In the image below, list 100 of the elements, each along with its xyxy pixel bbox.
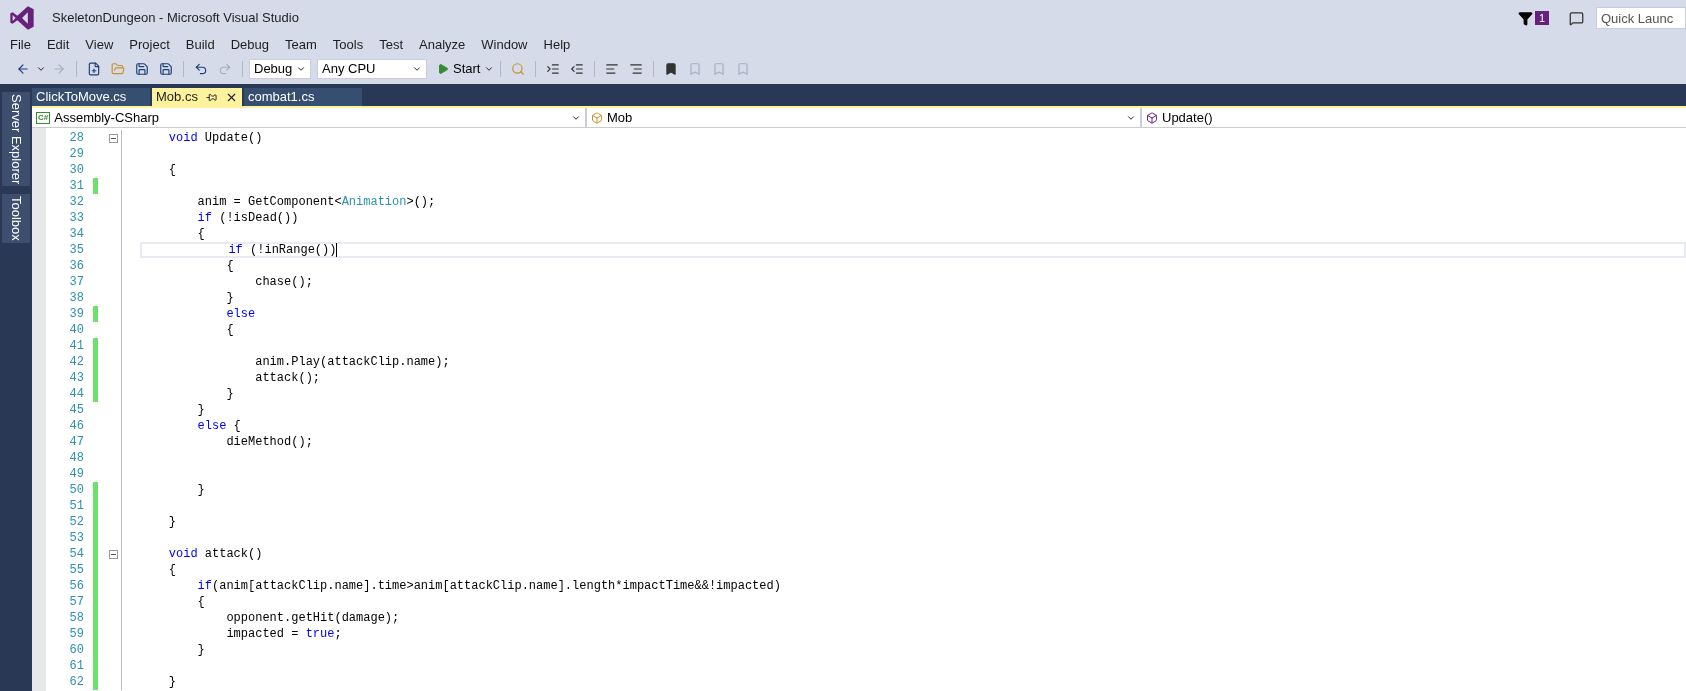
line-number: 43	[68, 370, 84, 387]
code-line: }	[196, 402, 205, 419]
line-number: 29	[68, 146, 84, 163]
text-cursor	[336, 243, 338, 257]
caret-icon[interactable]	[36, 64, 46, 74]
start-button[interactable]: Start	[437, 59, 495, 79]
quick-launch-field[interactable]: Quick Launc	[1596, 7, 1686, 29]
line-number: 57	[68, 594, 84, 611]
window-title: SkeletonDungeon - Microsoft Visual Studio	[52, 9, 299, 28]
line-number: 49	[68, 466, 84, 483]
menu-item[interactable]: Edit	[38, 35, 78, 55]
line-number: 31	[68, 178, 84, 195]
line-number: 62	[68, 674, 84, 691]
code-line: {	[196, 226, 205, 243]
feedback-icon[interactable]	[1569, 10, 1584, 26]
app-logo-icon	[8, 4, 36, 32]
line-number: 38	[68, 290, 84, 307]
menu-item[interactable]: Debug	[222, 35, 277, 55]
code-line: anim.Play(attackClip.name);	[254, 354, 450, 371]
line-number: 55	[68, 562, 84, 579]
line-number: 50	[68, 482, 84, 499]
code-line: }	[225, 290, 234, 307]
pin-icon[interactable]	[205, 91, 217, 103]
document-tab[interactable]: ClickToMove.cs	[32, 88, 150, 106]
line-number: 56	[68, 578, 84, 595]
caret-icon	[296, 64, 306, 74]
menu-item[interactable]: Build	[177, 35, 223, 55]
code-line: {	[196, 594, 205, 611]
code-line: {	[167, 162, 176, 179]
platform-dropdown[interactable]: Any CPU	[317, 59, 427, 79]
line-number: 41	[68, 338, 84, 355]
line-number: 47	[68, 434, 84, 451]
notification-badge: 1	[1534, 11, 1549, 25]
code-line: if (!inRange())	[227, 242, 337, 259]
language-badge: C#	[36, 111, 51, 124]
menu-item[interactable]: Analyze	[411, 35, 474, 55]
menu-item[interactable]: Tools	[324, 35, 372, 55]
line-number: 40	[68, 322, 84, 339]
code-line: void attack()	[167, 546, 263, 563]
line-number: 39	[68, 306, 84, 323]
member-dropdown[interactable]: Update()	[1142, 108, 1686, 127]
code-line: impacted = true;	[225, 626, 342, 643]
code-line: if (!isDead())	[196, 210, 299, 227]
code-line: if(anim[attackClip.name].time>anim[attackClip.name].length*impactTime&&!impacted)	[196, 578, 781, 595]
caret-icon	[412, 64, 422, 74]
line-number: 37	[68, 274, 84, 291]
code-line: attack();	[254, 370, 321, 387]
menu-item[interactable]: Project	[121, 35, 178, 55]
code-line: }	[196, 642, 205, 659]
notification-flag-icon[interactable]	[1517, 10, 1533, 26]
code-line: anim = GetComponent<Animation>();	[196, 194, 436, 211]
line-number: 54	[68, 546, 84, 563]
code-line: }	[167, 514, 176, 531]
menu-item[interactable]: Test	[371, 35, 411, 55]
collapse-icon[interactable]	[109, 549, 118, 559]
method-icon	[1146, 111, 1158, 124]
side-panel-tab[interactable]: Toolbox	[2, 194, 30, 244]
code-line: }	[196, 482, 205, 499]
code-line: dieMethod();	[225, 434, 313, 451]
code-line: opponent.getHit(damage);	[225, 610, 400, 627]
code-line: }	[167, 674, 176, 691]
line-number: 44	[68, 386, 84, 403]
line-number: 60	[68, 642, 84, 659]
document-tab[interactable]: combat1.cs	[243, 88, 362, 106]
line-number: 45	[68, 402, 84, 419]
menu-item[interactable]: Window	[473, 35, 536, 55]
code-line: }	[225, 386, 234, 403]
line-number: 28	[68, 130, 84, 147]
line-number: 33	[68, 210, 84, 227]
line-number: 36	[68, 258, 84, 275]
menu-item[interactable]: View	[77, 35, 122, 55]
line-number: 32	[68, 194, 84, 211]
line-number: 30	[68, 162, 84, 179]
code-line: {	[225, 322, 234, 339]
code-line: else {	[196, 418, 241, 435]
line-number: 59	[68, 626, 84, 643]
collapse-icon[interactable]	[109, 133, 118, 143]
line-number: 42	[68, 354, 84, 371]
menu-item[interactable]: File	[2, 35, 39, 55]
line-number: 48	[68, 450, 84, 467]
line-number: 35	[68, 242, 84, 259]
line-number: 53	[68, 530, 84, 547]
menu-item[interactable]: Help	[535, 35, 579, 55]
document-tab[interactable]: Mob.cs	[152, 88, 242, 106]
code-line: {	[225, 258, 234, 275]
class-icon	[591, 111, 603, 124]
line-number: 51	[68, 498, 84, 515]
menu-item[interactable]: Team	[277, 35, 325, 55]
caret-icon	[484, 64, 495, 74]
code-line: else	[225, 306, 256, 323]
side-panel-tab[interactable]: Server Explorer	[2, 92, 30, 187]
configuration-dropdown[interactable]: Debug	[249, 59, 311, 79]
line-number: 34	[68, 226, 84, 243]
play-icon	[437, 63, 449, 75]
line-number: 52	[68, 514, 84, 531]
line-number: 46	[68, 418, 84, 435]
line-number: 58	[68, 610, 84, 627]
line-number: 61	[68, 658, 84, 675]
code-line: {	[167, 562, 176, 579]
code-line: chase();	[254, 274, 313, 291]
